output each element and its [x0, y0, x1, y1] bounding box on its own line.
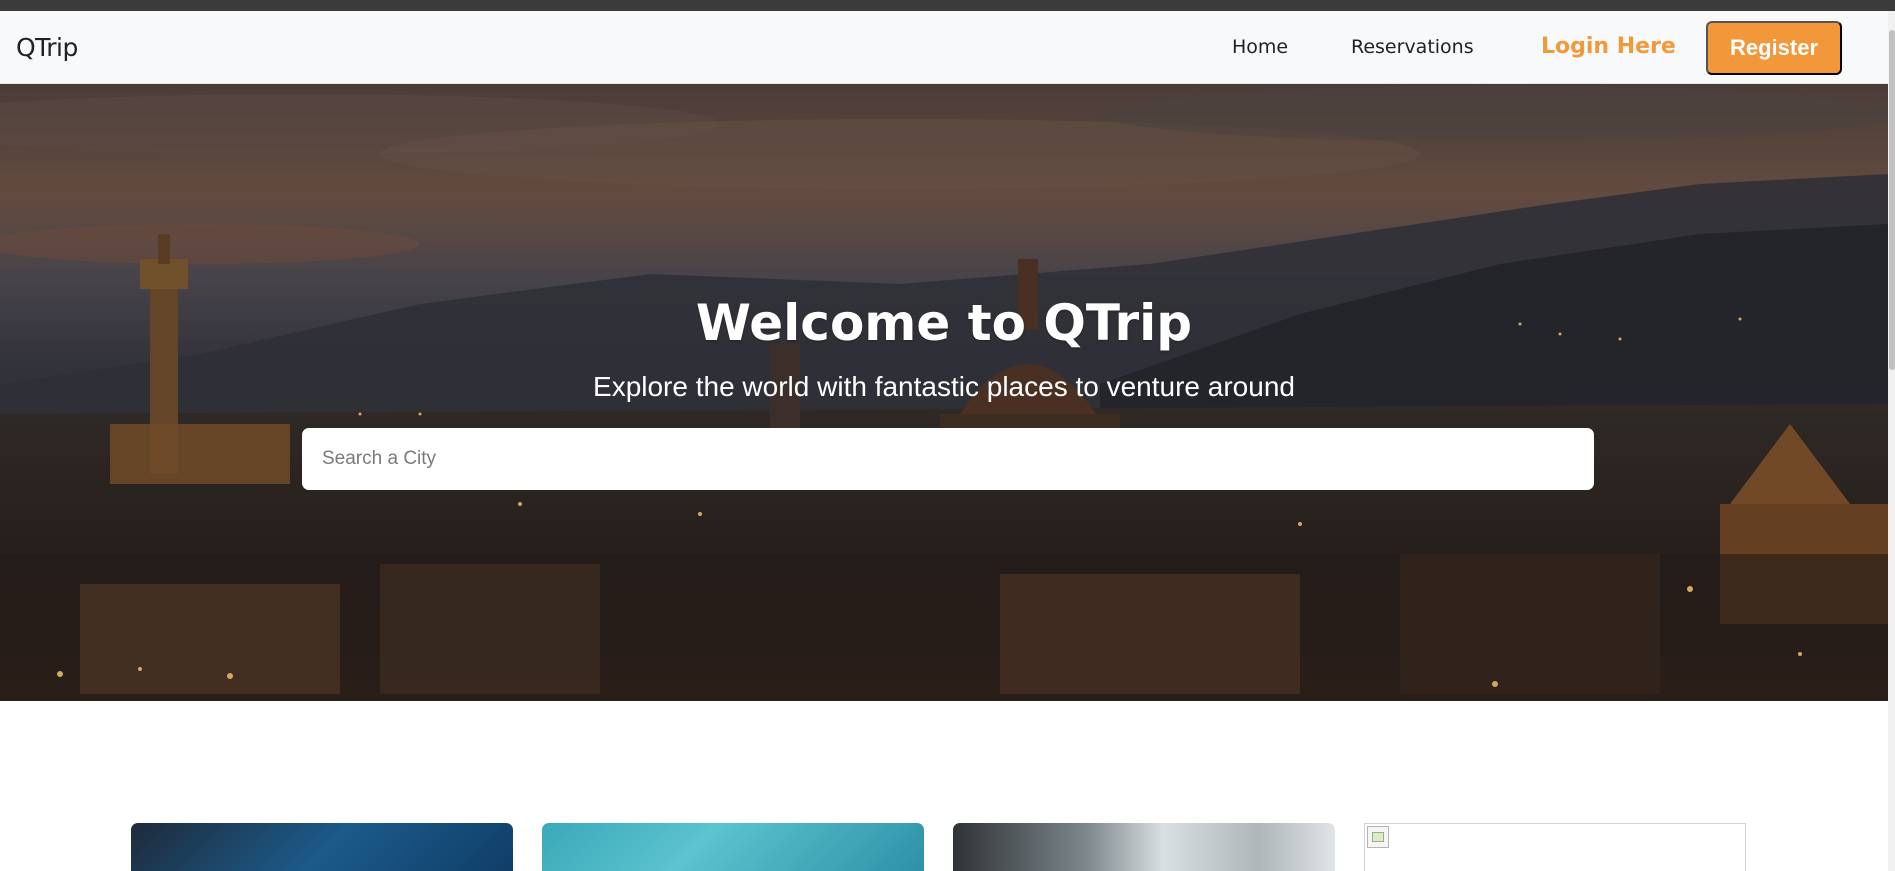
navbar: QTrip Home Reservations Login Here Regis…: [0, 11, 1888, 84]
login-link[interactable]: Login Here: [1541, 34, 1676, 59]
page-viewport: QTrip Home Reservations Login Here Regis…: [0, 11, 1888, 871]
nav-home-link[interactable]: Home: [1232, 36, 1288, 58]
browser-top-strip: [0, 0, 1895, 11]
city-search-input[interactable]: [302, 428, 1594, 490]
city-card-1[interactable]: [131, 823, 513, 871]
nav-reservations-link[interactable]: Reservations: [1351, 36, 1474, 58]
city-card-3[interactable]: [953, 823, 1335, 871]
hero-title: Welcome to QTrip: [695, 294, 1193, 352]
brand-logo[interactable]: QTrip: [16, 33, 78, 62]
scrollbar-thumb[interactable]: [1889, 30, 1895, 370]
broken-image-icon: [1367, 826, 1389, 848]
hero-subtitle: Explore the world with fantastic places …: [593, 371, 1295, 402]
hero-banner: Welcome to QTrip Explore the world with …: [0, 84, 1888, 701]
city-card-4[interactable]: [1364, 823, 1746, 871]
city-card-2[interactable]: [542, 823, 924, 871]
register-button[interactable]: Register: [1706, 21, 1842, 75]
